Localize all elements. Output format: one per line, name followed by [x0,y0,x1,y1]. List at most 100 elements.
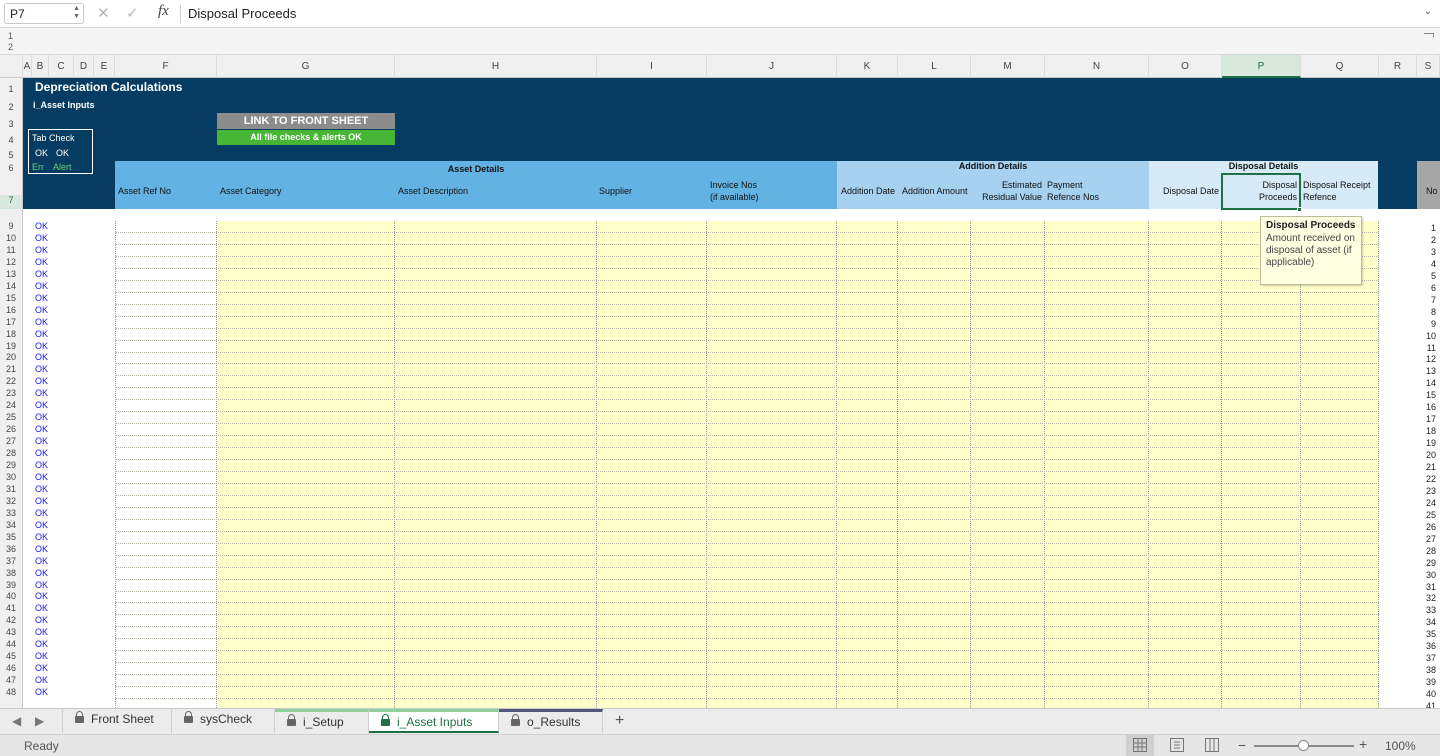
tab-i-asset-inputs[interactable]: i_Asset Inputs [369,709,499,733]
column-header-i[interactable]: I [597,55,707,78]
grid-row-line [115,256,1379,257]
tab-o-results[interactable]: o_Results [499,709,603,733]
column-header-n[interactable]: N [1045,55,1149,78]
column-header-o[interactable]: O [1149,55,1222,78]
column-header-c[interactable]: C [49,55,74,78]
column-header-p[interactable]: P [1222,55,1301,78]
asset-description-column[interactable] [395,221,597,708]
row-number-cell: 3 [1430,247,1436,257]
selected-cell-p7[interactable] [1221,173,1301,210]
row-number-cell: 38 [1425,665,1436,675]
expand-formula-bar-icon[interactable]: ⌄ [1424,6,1432,17]
tab-label: Front Sheet [91,712,154,726]
tab-front-sheet[interactable]: Front Sheet [62,709,172,733]
supplier-column[interactable] [597,221,707,708]
outline-collapse-icon[interactable] [1424,33,1434,37]
column-header-q[interactable]: Q [1301,55,1379,78]
sheet-subtitle: i_Asset Inputs [33,100,95,110]
invoice-column[interactable] [707,221,837,708]
row-status-cell: OK [35,603,49,613]
addition-amount-column[interactable] [898,221,971,708]
page-layout-view-icon[interactable] [1170,738,1184,752]
column-header-f[interactable]: F [115,55,217,78]
outline-level-1-button[interactable]: 1 [8,31,13,41]
page-break-view-icon[interactable] [1205,738,1219,752]
select-all-corner[interactable] [0,55,23,78]
lock-icon [287,714,296,726]
column-header-a[interactable]: A [23,55,32,78]
confirm-icon[interactable]: ✓ [126,4,139,22]
zoom-level[interactable]: 100% [1385,739,1416,753]
prev-sheet-icon[interactable]: ◀ [12,714,21,728]
insert-function-button[interactable]: fx [158,3,169,20]
tab-check-title: Tab Check [32,133,75,143]
residual-value-column[interactable] [971,221,1045,708]
asset-ref-column[interactable] [115,221,217,708]
lock-icon [511,714,520,726]
disposal-receipt-header[interactable]: Disposal Receipt Refence [1303,179,1371,203]
column-header-e[interactable]: E [94,55,115,78]
row-header[interactable]: 1 [0,84,22,94]
tab-i-setup[interactable]: i_Setup [275,709,369,733]
disposal-date-header[interactable]: Disposal Date [1163,185,1219,197]
row-number-cell: 35 [1425,629,1436,639]
row-number-cell: 28 [1425,546,1436,556]
formula-bar: P7 ▲ ▼ ✕ ✓ fx Disposal Proceeds ⌄ [0,0,1440,28]
asset-category-column[interactable] [217,221,395,708]
outline-level-2-button[interactable]: 2 [8,42,13,52]
residual-value-line2: Residual Value [982,192,1042,202]
grid-row-line [115,507,1379,508]
name-box-dropdown-icon[interactable]: ▲ ▼ [73,5,80,21]
cancel-icon[interactable]: ✕ [97,4,110,22]
residual-value-line1: Estimated [1001,180,1042,190]
row-status-cell: OK [35,352,49,362]
no-column-header-cell: No [1417,161,1440,209]
zoom-in-button[interactable]: + [1359,736,1367,752]
disposal-date-column[interactable] [1149,221,1222,708]
row-number-cell: 7 [1430,295,1436,305]
zoom-out-button[interactable]: − [1238,737,1246,753]
input-grid[interactable] [115,221,1379,708]
formula-input[interactable]: Disposal Proceeds [188,6,296,21]
row-status-cell: OK [35,520,49,530]
row-status-cell: OK [35,388,49,398]
column-header-d[interactable]: D [74,55,94,78]
add-sheet-button[interactable]: + [615,712,624,730]
payment-ref-column[interactable] [1045,221,1149,708]
zoom-slider-handle[interactable] [1298,740,1309,751]
fill-handle[interactable] [1297,207,1302,212]
row-header[interactable]: 2 [0,102,22,112]
row-header-selected[interactable]: 7 [0,195,22,209]
status-bar: Ready − + 100% [0,734,1440,756]
row-number-cell: 2 [1430,235,1436,245]
column-header-k[interactable]: K [837,55,898,78]
row-number-cell: 10 [1425,331,1436,341]
column-header-j[interactable]: J [707,55,837,78]
normal-view-button[interactable] [1126,735,1154,756]
grid-row-line [115,471,1379,472]
grid-row-line [115,399,1379,400]
row-number-cell: 23 [1425,486,1436,496]
disposal-proceeds-column[interactable] [1222,221,1301,708]
column-header-h[interactable]: H [395,55,597,78]
column-header-s[interactable]: S [1417,55,1440,78]
row-header[interactable]: 4 [0,135,22,145]
link-to-front-sheet-button[interactable]: LINK TO FRONT SHEET [217,113,395,129]
grid-row-line [115,411,1379,412]
column-header-m[interactable]: M [971,55,1045,78]
sheet-tabs-bar: ◀ ▶ Front Sheet sysCheck i_Setup i_Asset… [0,708,1440,734]
row-number-cell: 26 [1425,522,1436,532]
tab-syscheck[interactable]: sysCheck [172,709,275,733]
column-header-g[interactable]: G [217,55,395,78]
disposal-receipt-column[interactable] [1301,221,1379,708]
row-header[interactable]: 6 [0,163,22,173]
row-header[interactable]: 3 [0,119,22,129]
next-sheet-icon[interactable]: ▶ [35,714,44,728]
grid-row-line [115,614,1379,615]
name-box[interactable]: P7 ▲ ▼ [4,3,84,24]
row-header[interactable]: 5 [0,150,22,160]
column-header-b[interactable]: B [32,55,49,78]
column-header-l[interactable]: L [898,55,971,78]
addition-date-column[interactable] [837,221,898,708]
column-header-r[interactable]: R [1379,55,1417,78]
